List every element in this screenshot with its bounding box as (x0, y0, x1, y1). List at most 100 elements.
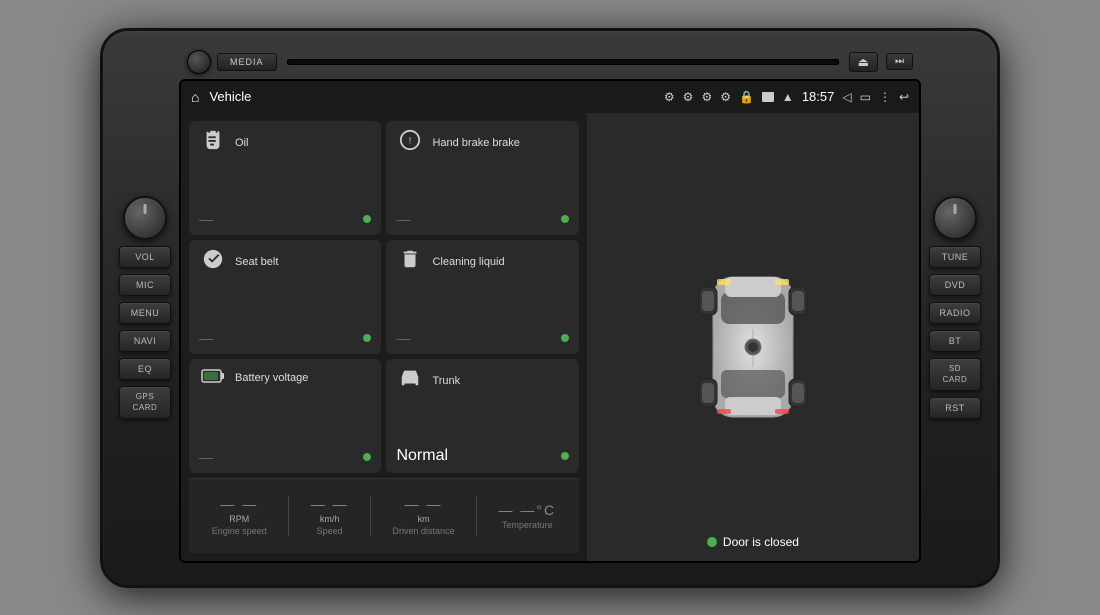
speed-value: — — (311, 496, 349, 512)
oil-status-dot (363, 215, 371, 223)
trunk-icon (396, 367, 424, 395)
eject-button[interactable]: ⏏ (849, 52, 878, 72)
gear-icon-3: ⚙ (701, 90, 712, 104)
skip-button[interactable]: ⏭ (886, 53, 913, 70)
left-side-controls: VOL MIC MENU NAVI EQ GPSCARD (111, 41, 179, 575)
cleaning-value: — (396, 330, 410, 346)
door-status-dot (707, 537, 717, 547)
rpm-value: — — (220, 496, 258, 512)
tune-knob[interactable] (933, 196, 977, 240)
back-icon[interactable]: ↩ (899, 90, 909, 104)
head-unit: VOL MIC MENU NAVI EQ GPSCARD MEDIA ⏏ ⏭ ⌂… (100, 28, 1000, 588)
rpm-metric: — — RPM Engine speed (212, 496, 267, 536)
menu-button[interactable]: MENU (119, 302, 171, 324)
temp-label: Temperature (502, 520, 553, 530)
handbrake-value: — (396, 211, 410, 227)
trunk-title: Trunk (432, 375, 460, 387)
cleaning-title: Cleaning liquid (432, 256, 504, 268)
car-panel: Door is closed (587, 113, 919, 561)
handbrake-card[interactable]: ! Hand brake brake — (386, 121, 578, 235)
mic-button[interactable]: MIC (119, 274, 171, 296)
info-row-1: Oil — (189, 121, 579, 235)
monitor-icon: ▭ (860, 90, 871, 104)
seatbelt-status-dot (363, 334, 371, 342)
battery-icon: + - (199, 367, 227, 390)
volume-icon: ◁ (842, 90, 851, 104)
lock-icon: 🔒 (739, 90, 754, 104)
speed-unit: km/h (320, 514, 340, 524)
time-display: 18:57 (802, 89, 835, 104)
battery-title: Battery voltage (235, 372, 308, 384)
trunk-card[interactable]: Trunk Normal (386, 359, 578, 473)
cleaning-card[interactable]: Cleaning liquid — (386, 240, 578, 354)
more-options-icon[interactable]: ⋮ (879, 90, 891, 104)
status-bar: ⌂ Vehicle ⚙ ⚙ ⚙ ⚙ 🔒 ▲ 18:57 ◁ ▭ ⋮ ↩ (181, 81, 919, 113)
sd-card-button[interactable]: SDCARD (929, 358, 981, 391)
oil-icon (199, 129, 227, 157)
info-row-3: + - Battery voltage — (189, 359, 579, 473)
info-panel: Oil — (181, 113, 587, 561)
oil-title: Oil (235, 137, 248, 149)
battery-value: — (199, 449, 213, 465)
door-status: Door is closed (707, 535, 799, 549)
gear-icon-2: ⚙ (683, 90, 694, 104)
handbrake-status-dot (561, 215, 569, 223)
oil-value: — (199, 211, 213, 227)
speed-metric: — — km/h Speed (311, 496, 349, 536)
dvd-button[interactable]: DVD (929, 274, 981, 296)
android-screen: ⌂ Vehicle ⚙ ⚙ ⚙ ⚙ 🔒 ▲ 18:57 ◁ ▭ ⋮ ↩ (179, 79, 921, 563)
battery-status-dot (363, 453, 371, 461)
volume-knob[interactable] (123, 196, 167, 240)
tune-button[interactable]: TUNE (929, 246, 981, 268)
metric-divider-2 (370, 496, 371, 536)
gear-icon-4: ⚙ (720, 90, 731, 104)
wifi-icon: ▲ (782, 90, 794, 104)
svg-text:!: ! (409, 135, 412, 145)
distance-value: — — (405, 496, 443, 512)
bt-button[interactable]: BT (929, 330, 981, 352)
cleaning-status-dot (561, 334, 569, 342)
temp-value: — —°C (499, 502, 557, 518)
gps-card-button[interactable]: GPSCARD (119, 386, 171, 419)
battery-card[interactable]: + - Battery voltage — (189, 359, 381, 473)
navi-button[interactable]: NAVI (119, 330, 171, 352)
seatbelt-card[interactable]: Seat belt — (189, 240, 381, 354)
speed-label: Speed (317, 526, 343, 536)
door-status-text: Door is closed (723, 535, 799, 549)
main-content: Oil — (181, 113, 919, 561)
gear-icon-1: ⚙ (664, 90, 675, 104)
cleaning-icon (396, 248, 424, 276)
rpm-label: Engine speed (212, 526, 267, 536)
phone-indicator-icon (187, 50, 211, 74)
metrics-bar: — — RPM Engine speed — — km/h Speed — (189, 478, 579, 553)
metric-divider-1 (288, 496, 289, 536)
vol-button[interactable]: VOL (119, 246, 171, 268)
info-row-2: Seat belt — (189, 240, 579, 354)
rpm-unit: RPM (229, 514, 249, 524)
temp-metric: — —°C Temperature (499, 502, 557, 530)
metric-divider-3 (476, 496, 477, 536)
screen-container: MEDIA ⏏ ⏭ ⌂ Vehicle ⚙ ⚙ ⚙ ⚙ 🔒 (179, 41, 921, 575)
distance-label: Driven distance (393, 526, 455, 536)
distance-unit: km (418, 514, 430, 524)
trunk-value: Normal (396, 447, 448, 465)
seatbelt-value: — (199, 330, 213, 346)
signal-icon (762, 92, 774, 102)
eq-button[interactable]: EQ (119, 358, 171, 380)
trunk-status-dot (561, 452, 569, 460)
cd-slot (287, 59, 839, 65)
radio-button[interactable]: RADIO (929, 302, 981, 324)
physical-top-bar: MEDIA ⏏ ⏭ (179, 45, 921, 79)
home-icon[interactable]: ⌂ (191, 89, 199, 105)
handbrake-title: Hand brake brake (432, 137, 519, 149)
vehicle-title: Vehicle (209, 89, 657, 104)
seatbelt-icon (199, 248, 227, 276)
oil-card[interactable]: Oil — (189, 121, 381, 235)
right-side-controls: TUNE DVD RADIO BT SDCARD RST (921, 41, 989, 575)
handbrake-icon: ! (396, 129, 424, 157)
seatbelt-title: Seat belt (235, 256, 278, 268)
rst-button[interactable]: RST (929, 397, 981, 419)
media-button[interactable]: MEDIA (217, 53, 277, 71)
status-icons: ⚙ ⚙ ⚙ ⚙ 🔒 ▲ 18:57 ◁ ▭ ⋮ ↩ (664, 89, 909, 104)
distance-metric: — — km Driven distance (393, 496, 455, 536)
